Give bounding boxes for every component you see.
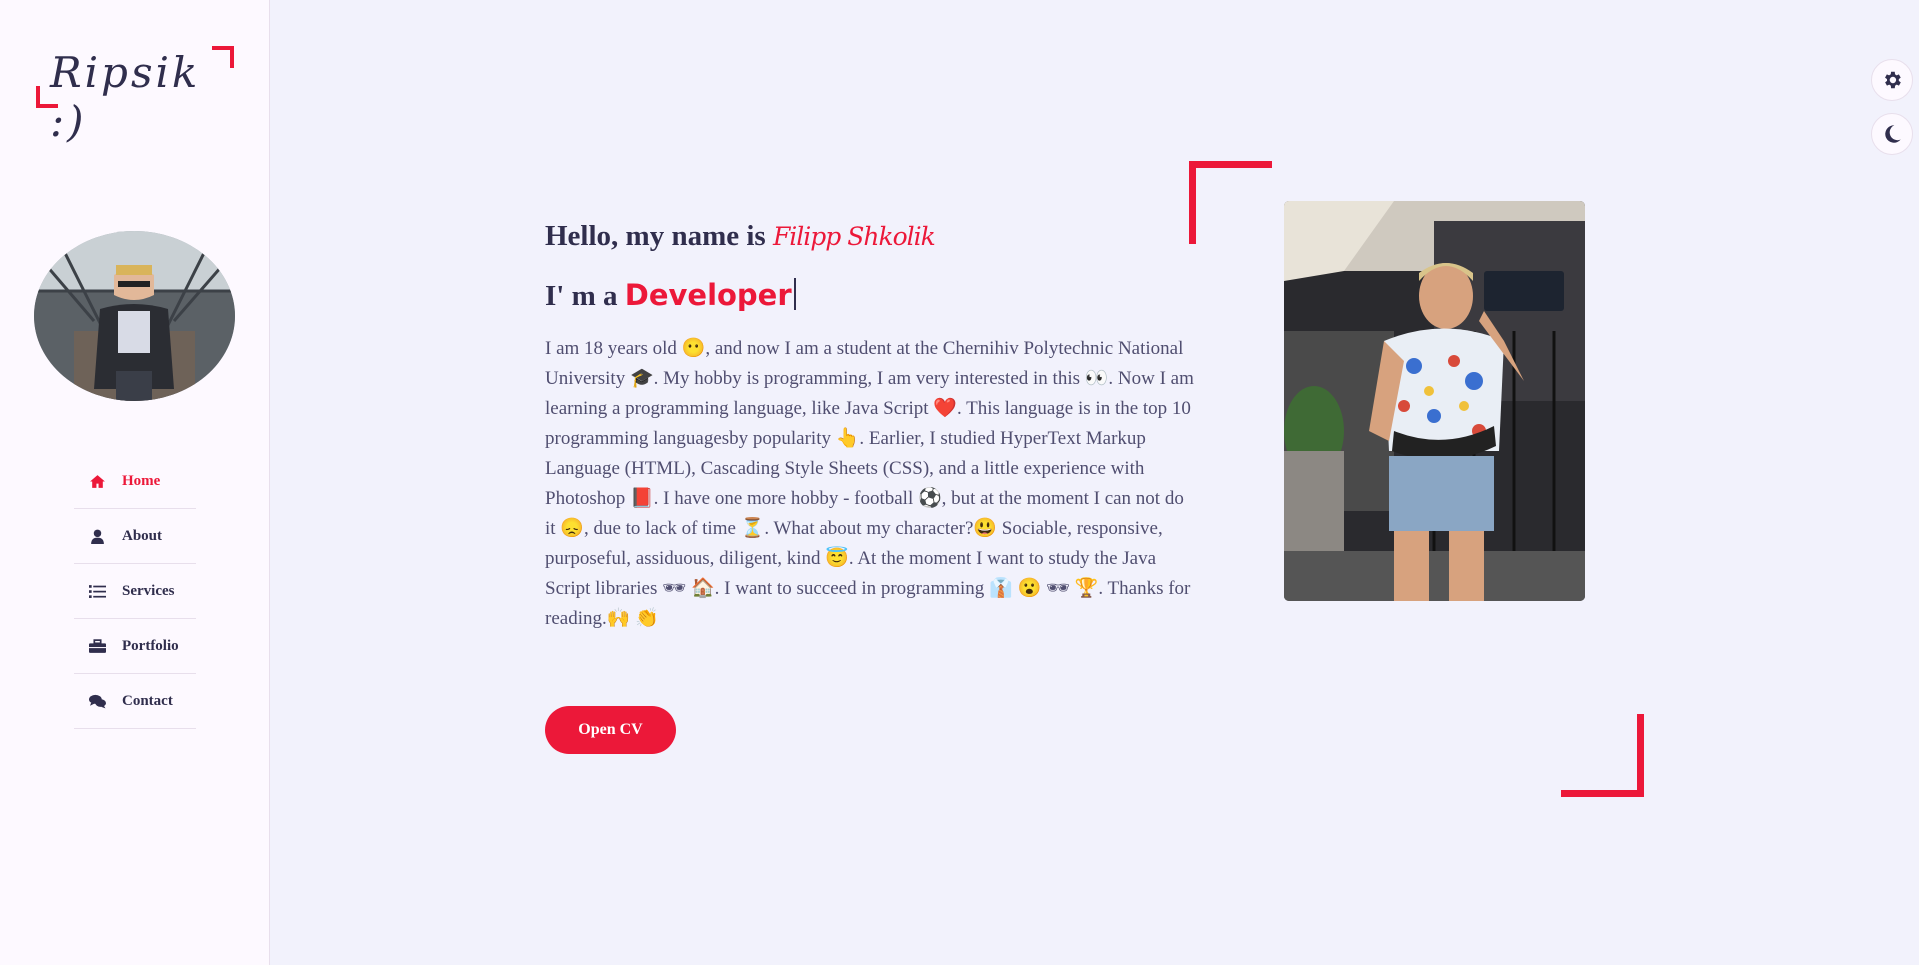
user-icon xyxy=(88,529,106,545)
settings-button[interactable] xyxy=(1871,59,1913,101)
role-word: Developer xyxy=(624,278,792,312)
role-prefix: I' m a xyxy=(545,280,625,312)
greeting-text: Hello, my name is xyxy=(545,220,773,252)
nav-item-contact[interactable]: Contact xyxy=(74,675,196,729)
author-name: Filipp Shkolik xyxy=(772,222,936,251)
photo-corner-top-left xyxy=(1189,161,1272,244)
logo[interactable]: Ripsik :) xyxy=(36,46,234,146)
main-nav: Home About Services Portfolio Contact xyxy=(74,455,196,730)
photo-corner-bottom-right xyxy=(1561,714,1644,797)
comments-icon xyxy=(88,694,106,710)
theme-toggle-button[interactable] xyxy=(1871,113,1913,155)
moon-icon xyxy=(1885,125,1901,143)
nav-item-portfolio[interactable]: Portfolio xyxy=(74,620,196,674)
nav-label-home: Home xyxy=(122,473,161,489)
avatar-photo xyxy=(34,231,235,401)
role-heading: I' m a Developer xyxy=(545,273,1195,318)
profile-photo-image xyxy=(1284,201,1585,601)
bio-text: I am 18 years old 😶, and now I am a stud… xyxy=(545,338,1194,629)
avatar xyxy=(34,231,235,401)
nav-label-services: Services xyxy=(122,583,175,599)
list-icon xyxy=(88,584,106,600)
typing-cursor xyxy=(793,278,796,310)
logo-text: Ripsik :) xyxy=(50,48,201,146)
nav-item-about[interactable]: About xyxy=(74,510,196,564)
profile-photo xyxy=(1284,201,1585,601)
hero-content: Hello, my name is Filipp Shkolik I' m a … xyxy=(545,210,1195,634)
greeting-heading: Hello, my name is Filipp Shkolik xyxy=(545,210,1195,263)
nav-label-about: About xyxy=(122,528,163,544)
briefcase-icon xyxy=(88,639,106,655)
home-icon xyxy=(88,474,106,490)
gear-icon xyxy=(1885,71,1901,89)
nav-label-portfolio: Portfolio xyxy=(122,638,179,654)
sidebar: Ripsik :) Home About Services Portfolio … xyxy=(0,0,270,965)
nav-label-contact: Contact xyxy=(122,693,173,709)
open-cv-button[interactable]: Open CV xyxy=(545,706,676,754)
nav-item-home[interactable]: Home xyxy=(74,455,196,509)
nav-item-services[interactable]: Services xyxy=(74,565,196,619)
